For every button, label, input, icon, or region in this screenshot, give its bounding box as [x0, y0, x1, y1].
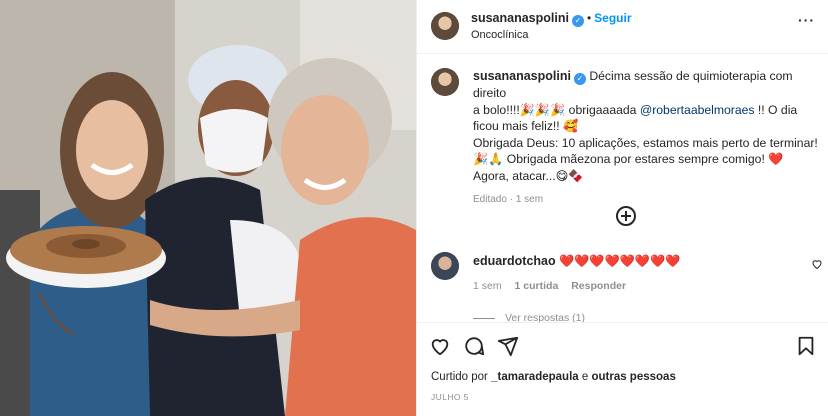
caption-mention-link[interactable]: @robertaabelmoraes — [640, 103, 755, 117]
edited-label: Editado — [473, 194, 507, 205]
caption-line-2b: !! O dia — [754, 102, 798, 117]
caption-line-4: Obrigada Deus: 10 aplicações, estamos ma… — [473, 135, 818, 150]
liked-prefix: Curtido por — [431, 371, 492, 383]
liked-by-line: Curtido por _tamaradepaula e outras pess… — [431, 371, 676, 383]
caption-text: susananaspolini ✓ Décima sessão de quimio… — [473, 68, 818, 209]
comment-like-heart-icon[interactable] — [811, 258, 823, 273]
caption-username[interactable]: susananaspolini — [473, 69, 571, 83]
liked-others-link[interactable]: outras pessoas — [591, 371, 675, 383]
comment-text: eduardotchao ❤️❤️❤️❤️❤️❤️❤️❤️ — [473, 254, 680, 268]
reply-button[interactable]: Responder — [571, 280, 626, 292]
post-details-panel: susananaspolini ✓ • Seguir Oncoclínica ··· … — [416, 0, 828, 416]
liked-suffix: e — [578, 371, 592, 383]
post-photo-illustration — [0, 0, 416, 416]
caption-meta: Editado · 1 sem — [473, 194, 544, 205]
comment-icon[interactable] — [463, 335, 487, 359]
caption-line-2a: a bolo!!!!🎉🎉🎉 obrigaaaada — [473, 102, 640, 117]
post-actions-bar: Curtido por _tamaradepaula e outras pess… — [417, 322, 828, 416]
replies-divider-line — [473, 317, 495, 319]
edited-time[interactable]: 1 sem — [516, 194, 543, 205]
bookmark-icon[interactable] — [795, 335, 819, 359]
heart-icon[interactable] — [429, 335, 453, 359]
comment-meta: 1 sem 1 curtida Responder — [473, 280, 626, 292]
commenter-username[interactable]: eduardotchao — [473, 254, 556, 268]
liked-user-link[interactable]: _tamaradepaula — [491, 371, 579, 383]
caption-line-6: Agora, atacar...😋🍫 — [473, 168, 584, 183]
add-comment-icon[interactable] — [616, 206, 636, 226]
comment-likes-count[interactable]: 1 curtida — [515, 280, 559, 292]
post-date[interactable]: JULHO 5 — [431, 392, 469, 402]
share-icon[interactable] — [497, 335, 521, 359]
caption-line-3: ficou mais feliz!! 🥰 — [473, 119, 579, 133]
caption-line-5: 🎉🙏 Obrigada mãezona por estares sempre c… — [473, 152, 784, 166]
follow-button[interactable]: Seguir — [594, 11, 631, 25]
author-username[interactable]: susananaspolini — [471, 11, 569, 25]
separator-dot: • — [586, 11, 592, 25]
commenter-avatar[interactable] — [431, 252, 459, 280]
author-line: susananaspolini ✓ • Seguir — [471, 11, 632, 27]
post-photo[interactable] — [0, 0, 416, 416]
verified-badge-icon: ✓ — [573, 73, 586, 85]
caption-author-avatar[interactable] — [431, 68, 459, 96]
comment-body: ❤️❤️❤️❤️❤️❤️❤️❤️ — [559, 254, 681, 268]
more-options-icon[interactable]: ··· — [798, 12, 815, 28]
author-avatar[interactable] — [431, 12, 459, 40]
comment-time[interactable]: 1 sem — [473, 280, 502, 292]
post-header: susananaspolini ✓ • Seguir Oncoclínica ··· — [417, 0, 828, 54]
verified-badge-icon: ✓ — [571, 15, 584, 27]
post-location[interactable]: Oncoclínica — [471, 29, 528, 41]
